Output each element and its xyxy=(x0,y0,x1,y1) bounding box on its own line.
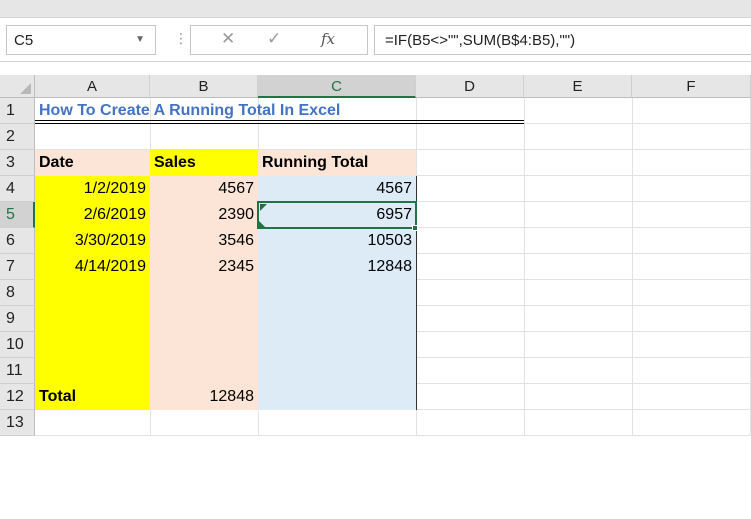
formula-text: =IF(B5<>"",SUM(B$4:B5),"") xyxy=(385,32,576,49)
row-header-8[interactable]: 8 xyxy=(0,280,35,306)
row-header-12[interactable]: 12 xyxy=(0,384,35,410)
column-header-d[interactable]: D xyxy=(416,75,524,98)
chevron-down-icon[interactable]: ▼ xyxy=(135,34,145,45)
cell-date[interactable]: 3/30/2019 xyxy=(35,228,150,254)
formula-buttons: ✕ ✓ fx xyxy=(190,25,368,55)
cell-date[interactable]: 2/6/2019 xyxy=(35,202,150,228)
column-header-b[interactable]: B xyxy=(150,75,258,98)
insert-function-icon[interactable]: fx xyxy=(321,30,335,48)
gridline xyxy=(416,175,751,176)
formula-input[interactable]: =IF(B5<>"",SUM(B$4:B5),"") xyxy=(374,25,751,55)
total-value[interactable]: 12848 xyxy=(150,384,258,410)
row-header-4[interactable]: 4 xyxy=(0,176,35,202)
cell-sales[interactable]: 3546 xyxy=(150,228,258,254)
select-all-corner[interactable] xyxy=(0,75,35,98)
gridline xyxy=(416,331,751,332)
column-header-f[interactable]: F xyxy=(632,75,751,98)
row-header-3[interactable]: 3 xyxy=(0,150,35,176)
active-cell-selection[interactable] xyxy=(257,201,417,229)
column-header-a[interactable]: A xyxy=(35,75,150,98)
row-header-2[interactable]: 2 xyxy=(0,124,35,150)
gridline xyxy=(416,357,751,358)
header-date[interactable]: Date xyxy=(35,150,150,176)
title-underline xyxy=(35,123,524,124)
gridline xyxy=(416,253,751,254)
cell-sales[interactable]: 2390 xyxy=(150,202,258,228)
select-all-icon xyxy=(20,83,31,94)
row-header-13[interactable]: 13 xyxy=(0,410,35,436)
gridline xyxy=(150,410,151,436)
gridline xyxy=(416,227,751,228)
row-header-1[interactable]: 1 xyxy=(0,98,35,124)
gridline xyxy=(258,410,259,436)
error-indicator-icon xyxy=(260,204,267,211)
column-header-e[interactable]: E xyxy=(524,75,632,98)
cancel-icon[interactable]: ✕ xyxy=(221,29,235,49)
drag-handle-icon[interactable]: ⋮ xyxy=(174,30,188,47)
gridline xyxy=(416,279,751,280)
name-box[interactable]: C5 ▼ xyxy=(6,25,156,55)
name-box-value: C5 xyxy=(14,32,34,49)
row-header-6[interactable]: 6 xyxy=(0,228,35,254)
column-header-c[interactable]: C xyxy=(258,75,416,98)
cell-sales[interactable]: 4567 xyxy=(150,176,258,202)
row-header-7[interactable]: 7 xyxy=(0,254,35,280)
enter-icon[interactable]: ✓ xyxy=(267,29,281,49)
header-sales[interactable]: Sales xyxy=(150,150,258,176)
fill-handle[interactable] xyxy=(412,225,418,231)
row-header-11[interactable]: 11 xyxy=(0,358,35,384)
row-header-9[interactable]: 9 xyxy=(0,306,35,332)
cell-running-total[interactable]: 12848 xyxy=(258,254,416,280)
gridline xyxy=(416,383,751,384)
cell-running-total[interactable]: 10503 xyxy=(258,228,416,254)
gridline xyxy=(35,435,751,436)
title-underline xyxy=(35,120,524,121)
header-running-total[interactable]: Running Total xyxy=(258,150,416,176)
row-header-10[interactable]: 10 xyxy=(0,332,35,358)
error-indicator-icon xyxy=(259,221,266,228)
cell-date[interactable]: 4/14/2019 xyxy=(35,254,150,280)
ribbon-strip xyxy=(0,0,751,18)
total-label[interactable]: Total xyxy=(35,384,150,410)
gridline xyxy=(416,201,751,202)
formula-bar: C5 ▼ ⋮ ✕ ✓ fx =IF(B5<>"",SUM(B$4:B5),"") xyxy=(0,18,751,62)
gridline xyxy=(416,305,751,306)
cell-running-total[interactable]: 4567 xyxy=(258,176,416,202)
row-header-5[interactable]: 5 xyxy=(0,202,35,228)
cell-sales[interactable]: 2345 xyxy=(150,254,258,280)
cell-date[interactable]: 1/2/2019 xyxy=(35,176,150,202)
